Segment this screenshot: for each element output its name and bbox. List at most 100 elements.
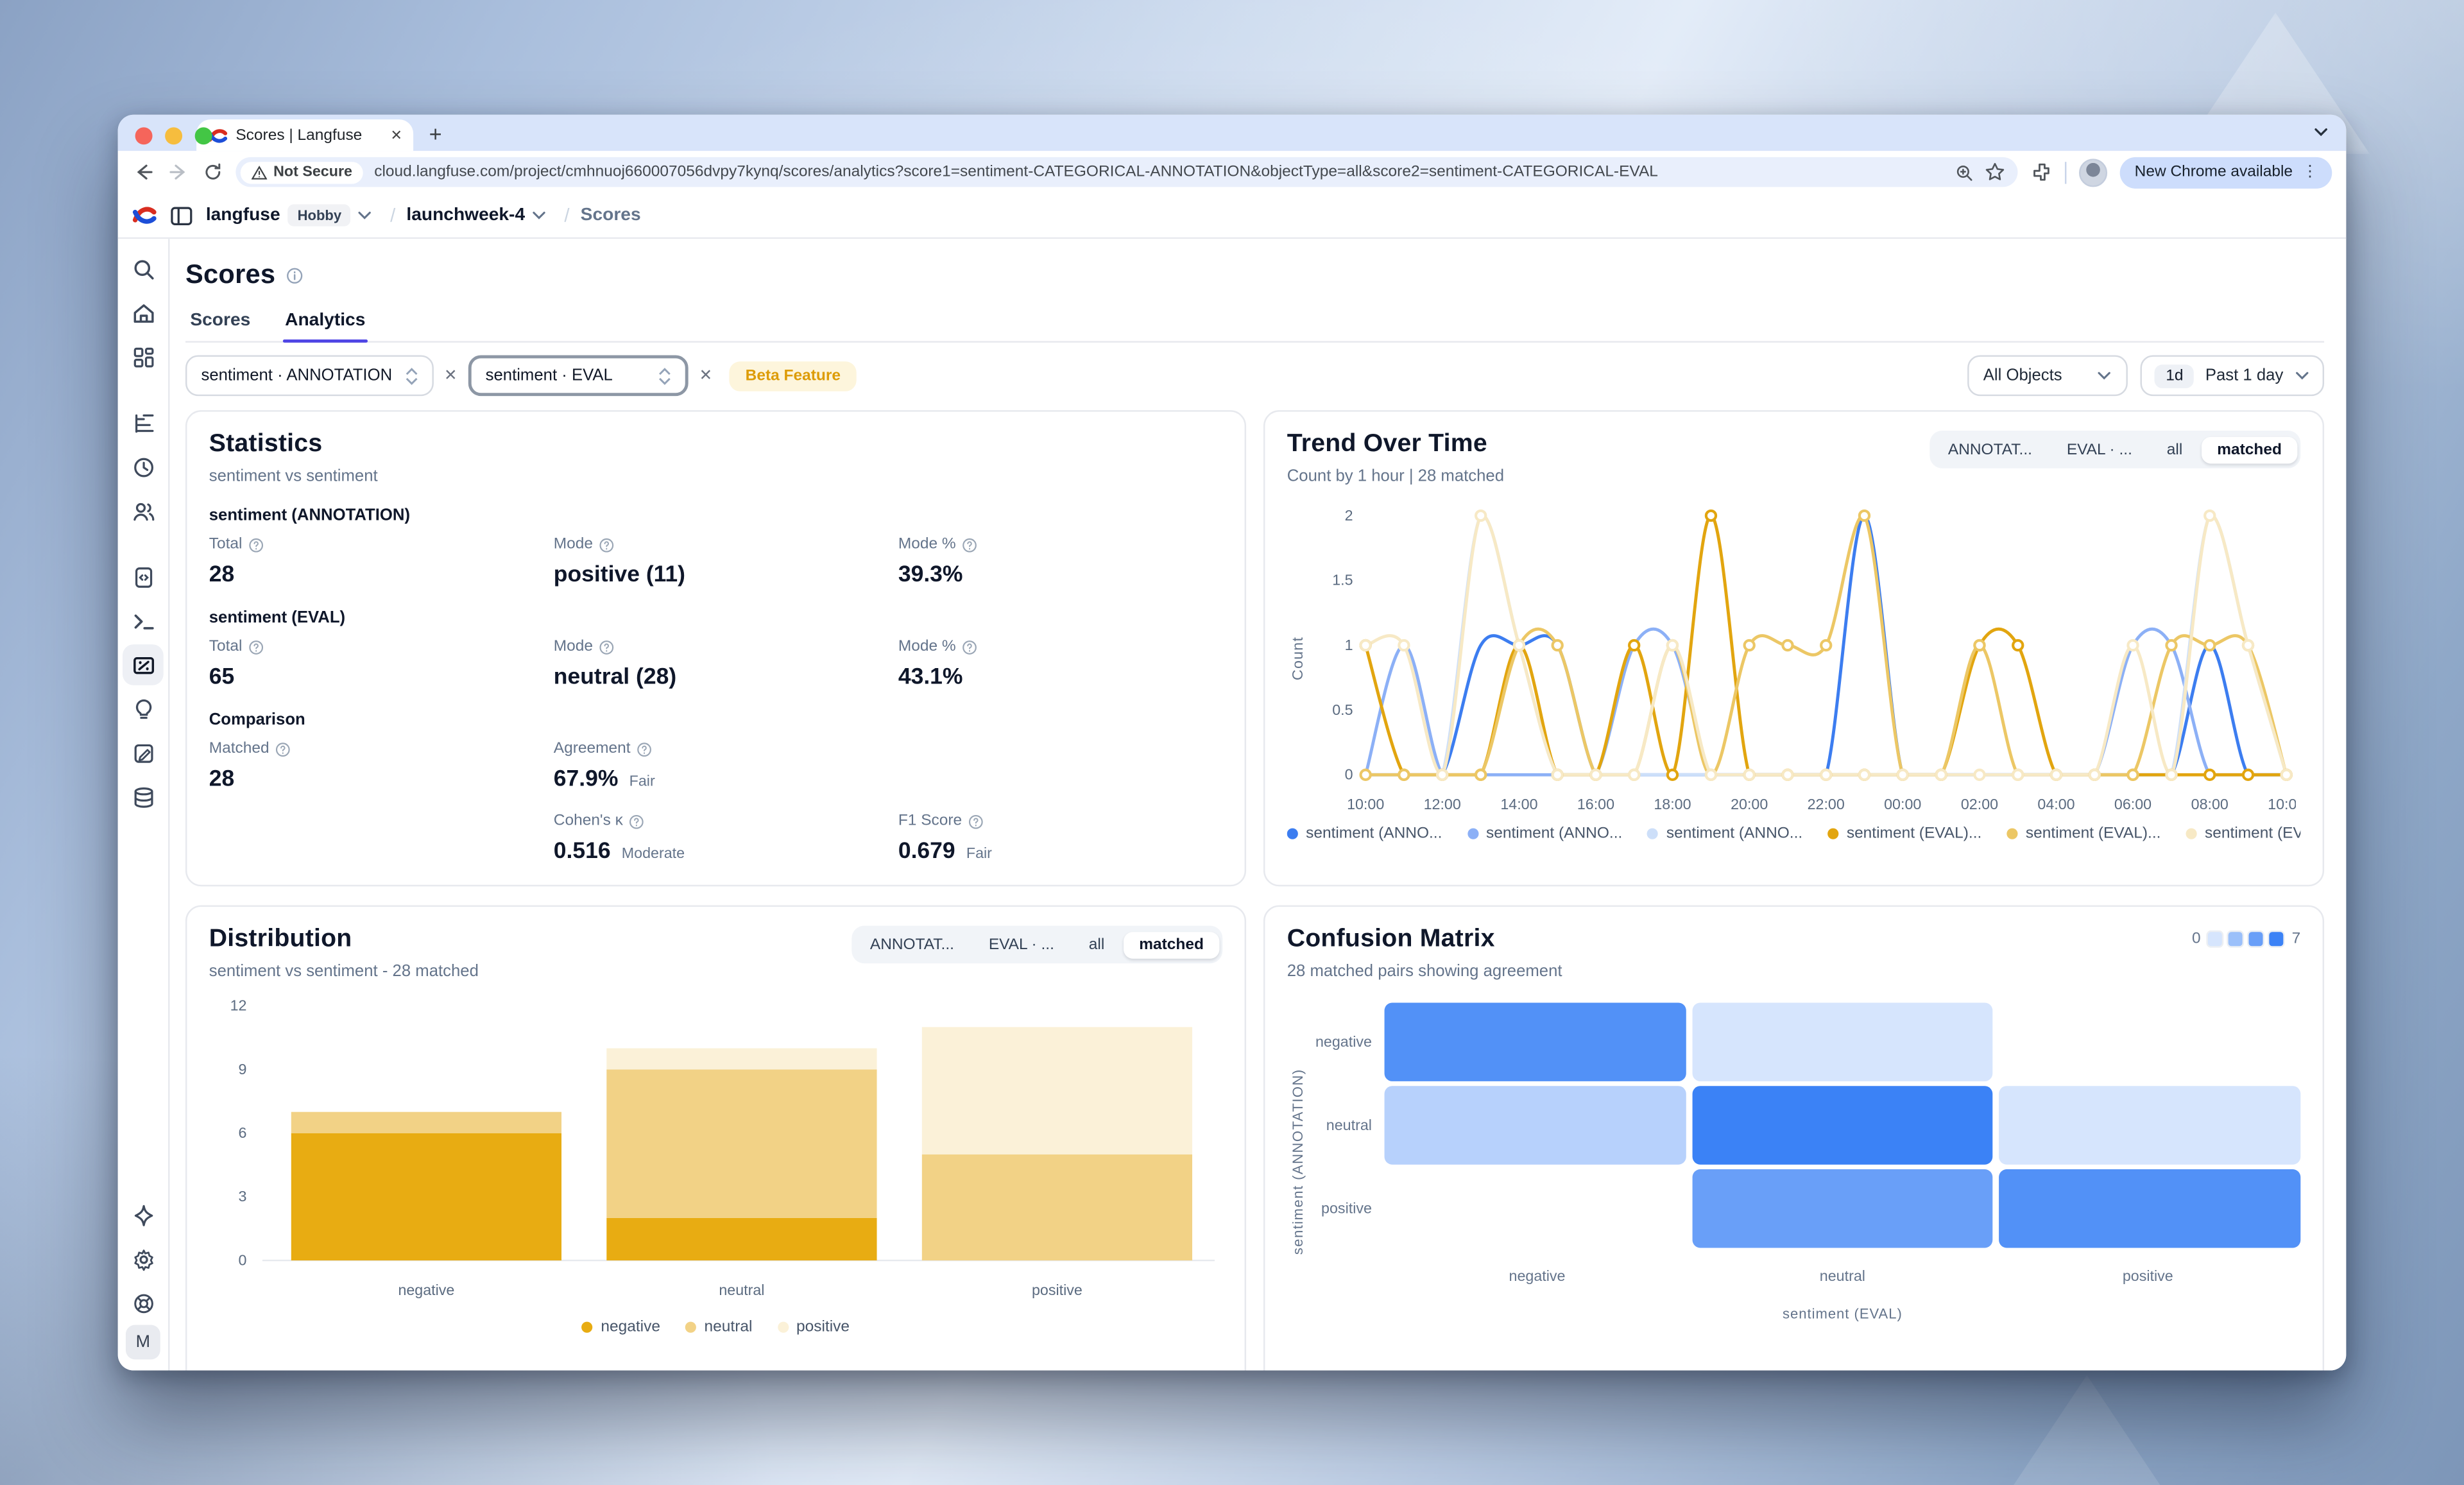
project-name[interactable]: launchweek-4 [406, 206, 525, 225]
sidebar-item-settings[interactable] [123, 1239, 164, 1280]
toggle-matched[interactable]: matched [1124, 931, 1220, 958]
help-icon[interactable] [248, 639, 264, 655]
sidebar-item-tracing[interactable] [123, 402, 164, 443]
sidebar-item-upgrade[interactable] [123, 1194, 164, 1235]
confusion-row-label: neutral [1309, 1086, 1385, 1164]
f1-label: F1 Score [898, 812, 1222, 830]
org-switcher-chevron-icon[interactable] [357, 207, 373, 223]
legend-item[interactable]: sentiment (ANNO... [1648, 825, 1803, 843]
confusion-cell[interactable] [1385, 1002, 1686, 1081]
trend-chart[interactable]: 00.511.5210:0012:0014:0016:0018:0020:002… [1309, 498, 2296, 819]
legend-item[interactable]: negative [582, 1319, 660, 1336]
sidebar-item-annotation-queues[interactable] [123, 732, 164, 773]
svg-text:20:00: 20:00 [1731, 796, 1768, 812]
sidebar-toggle-icon[interactable] [169, 203, 193, 227]
toggle-eval[interactable]: EVAL · ... [973, 931, 1070, 958]
confusion-cell[interactable] [1999, 1086, 2300, 1164]
date-range-value: Past 1 day [2205, 366, 2284, 385]
confusion-cell[interactable] [1692, 1002, 1993, 1081]
sidebar-item-home[interactable] [123, 293, 164, 334]
profile-avatar[interactable] [2080, 158, 2108, 186]
legend-item[interactable]: sentiment (EVAL)... [2007, 825, 2161, 843]
sidebar-item-search[interactable] [123, 248, 164, 289]
date-range-select[interactable]: 1d Past 1 day [2141, 355, 2324, 396]
mode-pct-label: Mode % [898, 638, 1222, 655]
minimize-window-button[interactable] [165, 127, 182, 144]
legend-item[interactable]: sentiment (EVAL)... [1827, 825, 1981, 843]
chrome-update-button[interactable]: New Chrome available ⋮ [2121, 157, 2332, 188]
legend-item[interactable]: sentiment (EVAL)... [2186, 825, 2301, 843]
remove-score1-button[interactable]: ✕ [433, 367, 468, 384]
confusion-cell[interactable] [1385, 1169, 1686, 1248]
sidebar-item-support[interactable] [123, 1282, 164, 1323]
toggle-matched[interactable]: matched [2202, 436, 2298, 463]
svg-text:18:00: 18:00 [1654, 796, 1691, 812]
project-switcher-chevron-icon[interactable] [531, 207, 547, 223]
zoom-page-icon[interactable] [1954, 162, 1974, 182]
app-body: M Scores Scores Analytics [118, 239, 2347, 1370]
not-secure-chip[interactable]: Not Secure [241, 161, 363, 183]
object-type-select[interactable]: All Objects [1967, 355, 2128, 396]
info-icon[interactable] [286, 266, 304, 284]
tab-overflow-chevron-icon[interactable] [2309, 119, 2334, 144]
extensions-icon[interactable] [2031, 161, 2053, 183]
help-icon[interactable] [629, 813, 645, 828]
bookmark-star-icon[interactable] [1985, 162, 2006, 182]
tab-scores[interactable]: Scores [189, 305, 252, 341]
toggle-all[interactable]: all [2151, 436, 2198, 463]
svg-text:02:00: 02:00 [1961, 796, 1998, 812]
toggle-annotation[interactable]: ANNOTAT... [854, 931, 970, 958]
forward-icon[interactable] [167, 161, 189, 183]
sidebar-item-scores[interactable] [123, 644, 164, 685]
help-icon[interactable] [275, 741, 291, 757]
help-icon[interactable] [962, 536, 977, 552]
help-icon[interactable] [968, 813, 984, 828]
score2-select[interactable]: sentiment · EVAL [468, 355, 689, 396]
annotation-total-value: 28 [209, 563, 554, 588]
agreement-qualifier: Fair [629, 773, 655, 791]
close-tab-icon[interactable]: ✕ [390, 128, 402, 142]
sidebar-item-users[interactable] [123, 490, 164, 531]
legend-item[interactable]: sentiment (ANNO... [1467, 825, 1623, 843]
address-bar[interactable]: Not Secure cloud.langfuse.com/project/cm… [235, 157, 2018, 187]
confusion-cell[interactable] [1692, 1169, 1993, 1248]
new-tab-button[interactable]: + [429, 119, 442, 148]
browser-menu-icon[interactable]: ⋮ [2302, 164, 2318, 180]
tab-analytics[interactable]: Analytics [284, 305, 367, 341]
toggle-all[interactable]: all [1073, 931, 1120, 958]
statistics-panel: Statistics sentiment vs sentiment sentim… [185, 410, 1246, 886]
sidebar-item-sessions[interactable] [123, 447, 164, 488]
close-window-button[interactable] [135, 127, 153, 144]
legend-item[interactable]: sentiment (ANNO... [1287, 825, 1442, 843]
help-icon[interactable] [637, 741, 652, 757]
distribution-chart[interactable]: 036912negativeneutralpositive [209, 993, 1226, 1305]
confusion-cell[interactable] [1385, 1086, 1686, 1164]
toggle-eval[interactable]: EVAL · ... [2051, 436, 2148, 463]
org-name[interactable]: langfuse [206, 206, 280, 225]
remove-score2-button[interactable]: ✕ [689, 367, 724, 384]
sidebar-item-prompts[interactable] [123, 556, 164, 597]
chevron-down-icon [2097, 368, 2112, 383]
reload-icon[interactable] [201, 161, 223, 183]
help-icon[interactable] [599, 536, 615, 552]
legend-item[interactable]: neutral [685, 1319, 752, 1336]
sidebar-item-dashboards[interactable] [123, 336, 164, 377]
sidebar-item-playground[interactable] [123, 601, 164, 642]
confusion-cell[interactable] [1692, 1086, 1993, 1164]
zoom-window-button[interactable] [195, 127, 212, 144]
confusion-cell[interactable] [1999, 1169, 2300, 1248]
browser-tab[interactable]: Scores | Langfuse ✕ [196, 119, 413, 151]
help-icon[interactable] [599, 639, 615, 655]
sidebar-item-datasets[interactable] [123, 777, 164, 818]
sidebar-item-evaluation[interactable] [123, 689, 164, 730]
score1-select[interactable]: sentiment · ANNOTATION [185, 355, 433, 396]
legend-item[interactable]: positive [778, 1319, 850, 1336]
help-icon[interactable] [248, 536, 264, 552]
toggle-annotation[interactable]: ANNOTAT... [1932, 436, 2048, 463]
back-icon[interactable] [132, 161, 154, 183]
account-avatar[interactable]: M [126, 1325, 160, 1359]
langfuse-logo[interactable] [118, 203, 170, 228]
help-icon[interactable] [962, 639, 977, 655]
confusion-cell[interactable] [1999, 1002, 2300, 1081]
svg-text:1: 1 [1345, 637, 1353, 653]
